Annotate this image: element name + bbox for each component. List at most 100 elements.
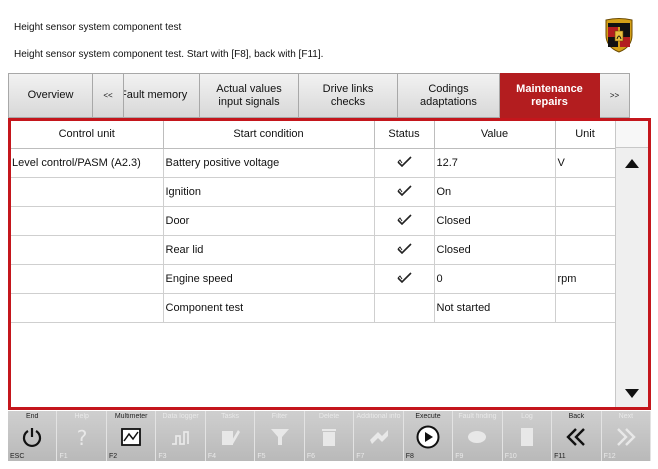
- table-header-row: Control unit Start condition Status Valu…: [11, 121, 616, 149]
- porsche-crest-icon: [605, 18, 633, 53]
- function-key-label: Help: [74, 413, 89, 420]
- function-key-f10[interactable]: Log F10: [503, 411, 553, 461]
- function-key-f1[interactable]: Help? F1: [57, 411, 107, 461]
- vertical-scrollbar[interactable]: [615, 121, 648, 407]
- status-cell: [374, 264, 435, 294]
- function-key-label: Fault finding: [458, 413, 497, 420]
- table-row[interactable]: Door Closed: [11, 206, 616, 236]
- column-header-status: Status: [374, 121, 435, 149]
- function-key-code: F8: [405, 453, 414, 460]
- control-unit-cell: Level control/PASM (A2.3): [11, 148, 164, 178]
- unit-cell: [555, 206, 616, 236]
- function-key-label: Delete: [318, 413, 340, 420]
- start-condition-cell: Engine speed: [163, 264, 375, 294]
- table-row[interactable]: Rear lid Closed: [11, 235, 616, 265]
- function-key-esc[interactable]: End ESC: [8, 411, 58, 461]
- function-key-f12[interactable]: Next F12: [602, 411, 652, 461]
- unit-cell: V: [555, 148, 616, 178]
- status-cell: [374, 206, 435, 236]
- function-key-code: F5: [257, 453, 266, 460]
- function-key-code: ESC: [10, 453, 25, 460]
- function-key-code: F10: [504, 453, 517, 460]
- svg-text:?: ?: [76, 426, 87, 448]
- start-condition-cell: Component test: [163, 293, 375, 323]
- function-key-f8[interactable]: Execute F8: [404, 411, 454, 461]
- function-key-code: F7: [356, 453, 365, 460]
- column-header-start-condition: Start condition: [163, 121, 375, 149]
- function-key-label: End: [26, 413, 39, 420]
- control-unit-cell: [11, 235, 164, 265]
- table-row[interactable]: Engine speed 0 rpm: [11, 264, 616, 294]
- function-key-f7[interactable]: Additional info F7: [354, 411, 404, 461]
- function-key-label: Log: [521, 413, 533, 420]
- multimeter-icon: [119, 425, 143, 449]
- start-condition-cell: Battery positive voltage: [163, 148, 375, 178]
- filter-icon: [268, 425, 292, 449]
- checkmark-icon: [396, 184, 412, 196]
- tab-bar: Overview << Fault memory Actual values in…: [8, 73, 650, 118]
- function-key-f2[interactable]: Multimeter F2: [107, 411, 157, 461]
- page-subtitle: Height sensor system component test. Sta…: [14, 49, 324, 60]
- function-key-label: Back: [568, 413, 585, 420]
- tab-actual-values[interactable]: Actual values input signals: [200, 73, 299, 118]
- status-cell: [374, 148, 435, 178]
- unit-cell: [555, 177, 616, 207]
- function-key-code: F6: [306, 453, 315, 460]
- trash-icon: [317, 425, 341, 449]
- function-key-code: F11: [554, 453, 566, 460]
- function-key-f4[interactable]: Tasks F4: [206, 411, 256, 461]
- tab-drive-links[interactable]: Drive links checks: [299, 73, 398, 118]
- table-row[interactable]: Level control/PASM (A2.3) Battery positiv…: [11, 148, 616, 178]
- control-unit-cell: [11, 293, 164, 323]
- tab-scroll-right[interactable]: >>: [600, 73, 630, 118]
- function-key-f3[interactable]: Data logger F3: [156, 411, 206, 461]
- function-key-label: Data logger: [162, 413, 199, 420]
- checkmark-icon: [396, 271, 412, 283]
- tab-fault-memory[interactable]: Fault memory: [124, 73, 200, 118]
- column-header-control-unit: Control unit: [11, 121, 164, 149]
- scroll-up-arrow-icon[interactable]: [616, 148, 648, 178]
- table-row[interactable]: Ignition On: [11, 177, 616, 207]
- info-icon: [367, 425, 391, 449]
- value-cell: 12.7: [434, 148, 556, 178]
- function-key-label: Execute: [415, 413, 441, 420]
- tab-overview[interactable]: Overview: [8, 73, 93, 118]
- oscilloscope-icon: [169, 425, 193, 449]
- function-key-label: Additional info: [356, 413, 401, 420]
- start-condition-cell: Door: [163, 206, 375, 236]
- column-header-value: Value: [434, 121, 556, 149]
- content-panel: Control unit Start condition Status Valu…: [8, 118, 651, 410]
- function-key-f9[interactable]: Fault finding F9: [453, 411, 503, 461]
- control-unit-cell: [11, 206, 164, 236]
- function-key-label: Filter: [271, 413, 288, 420]
- function-key-f6[interactable]: Delete F6: [305, 411, 355, 461]
- table-row[interactable]: Component test Not started: [11, 293, 616, 323]
- unit-cell: [555, 235, 616, 265]
- function-key-f5[interactable]: Filter F5: [255, 411, 305, 461]
- function-key-code: F3: [158, 453, 167, 460]
- status-cell: [374, 293, 435, 323]
- function-key-bar: End ESC Help? F1 Multimeter F2 Data logger F3 Ta…: [8, 411, 652, 461]
- scroll-down-arrow-icon[interactable]: [616, 379, 648, 407]
- function-key-label: Tasks: [221, 413, 240, 420]
- column-header-unit: Unit: [555, 121, 616, 149]
- tab-maintenance[interactable]: Maintenance repairs: [500, 73, 600, 118]
- header: Height sensor system component test Heig…: [0, 0, 658, 72]
- start-condition-cell: Ignition: [163, 177, 375, 207]
- value-cell: Not started: [434, 293, 556, 323]
- function-key-code: F2: [108, 453, 118, 460]
- function-key-code: F12: [603, 453, 616, 460]
- back-icon: [564, 425, 588, 449]
- tasks-icon: [218, 425, 242, 449]
- tab-scroll-left[interactable]: <<: [93, 73, 124, 118]
- unit-cell: [555, 293, 616, 323]
- function-key-f11[interactable]: Back F11: [552, 411, 602, 461]
- value-cell: 0: [434, 264, 556, 294]
- control-unit-cell: [11, 177, 164, 207]
- fault-finding-icon: [465, 425, 489, 449]
- checkmark-icon: [396, 155, 412, 167]
- value-cell: Closed: [434, 206, 556, 236]
- log-icon: [515, 425, 539, 449]
- control-unit-cell: [11, 264, 164, 294]
- tab-codings[interactable]: Codings adaptations: [398, 73, 500, 118]
